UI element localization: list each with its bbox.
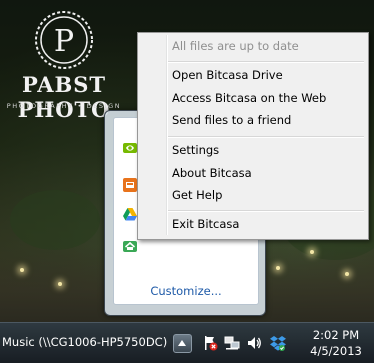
bitcasa-icon[interactable] (122, 238, 138, 254)
customize-link[interactable]: Customize... (114, 284, 258, 298)
clock-date: 4/5/2013 (310, 344, 362, 358)
taskbar-active-item[interactable]: Music (\\CG1006-HP5750DC) (2, 335, 167, 349)
volume-icon[interactable] (246, 335, 262, 351)
menu-item-access-web[interactable]: Access Bitcasa on the Web (172, 88, 326, 108)
street-lamp (20, 268, 24, 272)
action-center-flag-icon[interactable] (202, 335, 218, 351)
nvidia-icon[interactable] (122, 140, 138, 156)
show-hidden-icons-button[interactable] (173, 334, 192, 353)
bitcasa-context-menu: All files are up to date Open Bitcasa Dr… (137, 32, 369, 240)
menu-item-get-help[interactable]: Get Help (172, 185, 222, 205)
wallpaper-tree (10, 190, 100, 250)
menu-separator (168, 136, 364, 138)
taskbar: Music (\\CG1006-HP5750DC) 2:02 PM 4/5/20… (0, 322, 374, 363)
google-drive-icon[interactable] (122, 207, 138, 223)
menu-item-about[interactable]: About Bitcasa (172, 163, 252, 183)
menu-item-settings[interactable]: Settings (172, 140, 219, 160)
dropbox-icon[interactable] (270, 335, 286, 351)
logo-tagline: PHOTOGRAPHY • DESIGN (6, 102, 122, 110)
chevron-up-icon (178, 340, 186, 346)
menu-item-open-drive[interactable]: Open Bitcasa Drive (172, 65, 283, 85)
street-lamp (310, 250, 314, 254)
menu-icon-gutter (166, 35, 168, 235)
logo-seal-icon: P (35, 11, 93, 69)
menu-item-send-files[interactable]: Send files to a friend (172, 110, 291, 130)
street-lamp (276, 266, 280, 270)
clock-time: 2:02 PM (312, 328, 360, 342)
network-icon[interactable] (224, 335, 240, 351)
menu-status-text: All files are up to date (172, 39, 299, 53)
orange-app-icon[interactable] (122, 177, 138, 193)
menu-separator (168, 61, 364, 63)
pabst-photo-logo: P PABST PHOTO PHOTOGRAPHY • DESIGN (4, 10, 124, 122)
street-lamp (58, 282, 62, 286)
street-lamp (345, 272, 349, 276)
svg-text:P: P (54, 24, 74, 59)
system-clock[interactable]: 2:02 PM 4/5/2013 (300, 327, 372, 359)
menu-separator (168, 210, 364, 212)
menu-item-exit[interactable]: Exit Bitcasa (172, 214, 239, 234)
